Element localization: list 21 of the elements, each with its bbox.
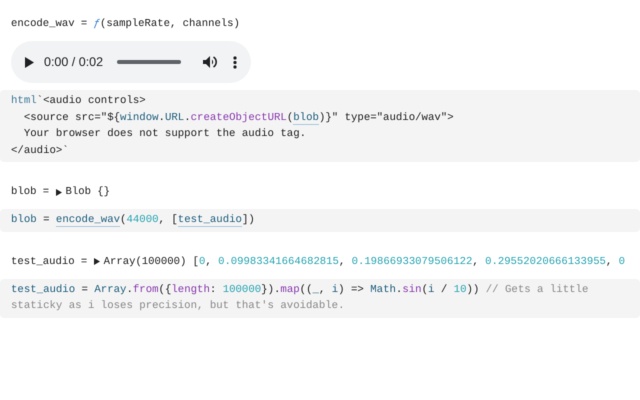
more-options-icon[interactable] xyxy=(233,56,237,68)
code-line: test_audio = Array.from({length: 100000}).map((_, i) => Math.sin(i / 10)) // Gets a little staticky as i loses precision, but that's avoidable. xyxy=(11,282,590,314)
code-cell[interactable]: html`<audio controls> <source src="${window.URL.createObjectURL(blob)}" type="audio/wav"> Your browser does not support the audio tag. </audio>` xyxy=(0,90,640,162)
time-display: 0:00 / 0:02 xyxy=(44,54,104,71)
variable-name: test_audio = xyxy=(11,254,88,270)
code-line: <source src="${window.URL.createObjectURL(blob)}" type="audio/wav"> xyxy=(22,110,455,126)
output-value: Blob {} xyxy=(66,185,110,200)
output-value: Array(100000) [0, 0.09983341664682815, 0.19866933079506122, 0.29552020666133955, 0 xyxy=(104,254,625,270)
code-line: blob = encode_wav(44000, [test_audio]) xyxy=(11,213,256,228)
progress-track[interactable] xyxy=(117,60,182,64)
expand-triangle-icon[interactable] xyxy=(94,258,100,265)
code-line: html`<audio controls> xyxy=(11,94,147,109)
expand-triangle-icon[interactable] xyxy=(56,188,62,196)
variable-name: blob = xyxy=(11,185,50,200)
code-cell[interactable]: test_audio = Array.from({length: 100000}).map((_, i) => Math.sin(i / 10)) // Gets a little staticky as i loses precision, but that's avoidable. xyxy=(0,278,640,318)
code-cell[interactable]: blob = encode_wav(44000, [test_audio]) xyxy=(0,209,640,232)
code-line: Your browser does not support the audio tag. xyxy=(22,127,308,142)
play-icon[interactable] xyxy=(25,56,34,68)
code-line: </audio>` xyxy=(11,144,70,158)
volume-icon[interactable] xyxy=(203,56,217,68)
output-value: encode_wav = ƒ(sampleRate, channels) xyxy=(11,17,240,32)
